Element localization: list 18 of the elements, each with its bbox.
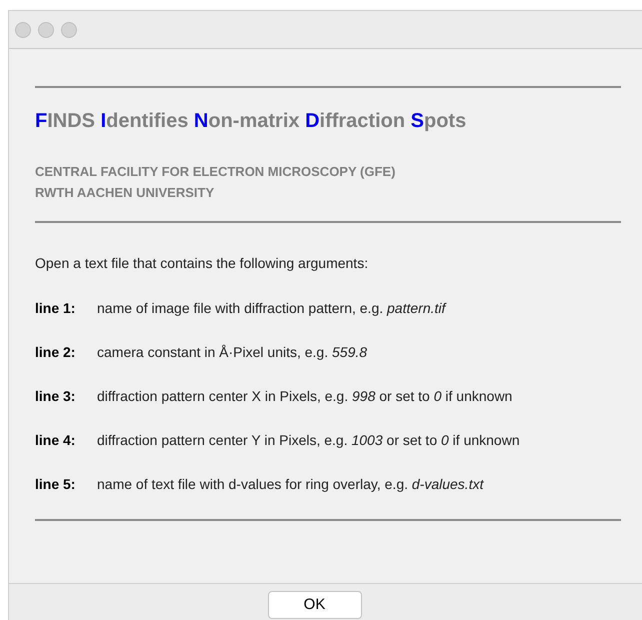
affiliation-text: CENTRAL FACILITY FOR ELECTRON MICROSCOPY (GFE) xyxy=(35,163,396,181)
argument-label: line 2: xyxy=(35,343,76,361)
argument-label: line 3: xyxy=(35,387,76,405)
argument-description: diffraction pattern center X in Pixels, e.g. 998 or set to 0 if unknown xyxy=(97,387,512,405)
minimize-icon[interactable] xyxy=(38,22,54,38)
argument-label: line 4: xyxy=(35,431,76,449)
zoom-icon[interactable] xyxy=(61,22,77,38)
argument-description: camera constant in Å·Pixel units, e.g. 559.8 xyxy=(97,343,368,361)
ok-button[interactable]: OK xyxy=(268,591,362,619)
argument-label: line 1: xyxy=(35,299,76,317)
argument-description: name of image file with diffraction pattern, e.g. pattern.tif xyxy=(97,299,446,317)
affiliation-text: RWTH AACHEN UNIVERSITY xyxy=(35,184,214,202)
app-title: FINDS Identifies Non-matrix Diffraction Spots xyxy=(35,109,468,134)
argument-label: line 5: xyxy=(35,475,76,493)
instruction-text: Open a text file that contains the following arguments: xyxy=(35,254,370,272)
close-icon[interactable] xyxy=(15,22,31,38)
argument-description: name of text file with d-values for ring overlay, e.g. d-values.txt xyxy=(97,475,484,493)
argument-description: diffraction pattern center Y in Pixels, e.g. 1003 or set to 0 if unknown xyxy=(97,431,520,449)
